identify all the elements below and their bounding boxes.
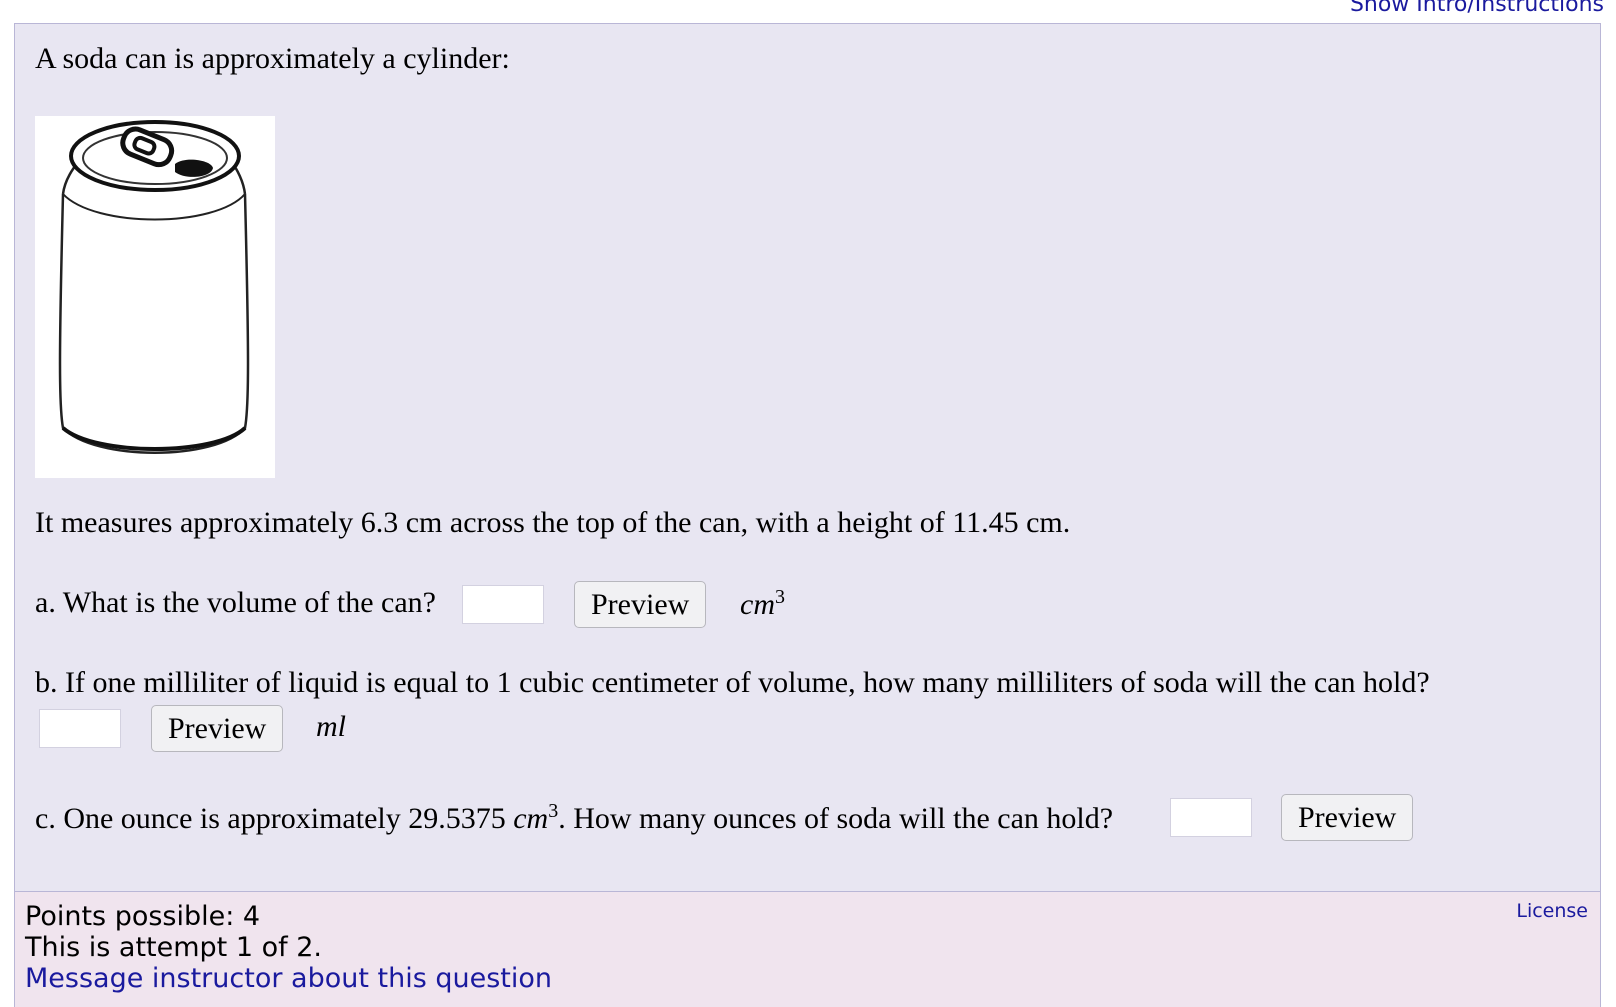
part-b-unit: ml xyxy=(316,710,346,743)
part-a-unit-exponent: 3 xyxy=(774,586,785,608)
question-footer: Points possible: 4 This is attempt 1 of … xyxy=(14,891,1601,1007)
part-b-preview-button[interactable]: Preview xyxy=(151,705,284,752)
part-a-unit-text: cm xyxy=(740,588,775,621)
part-a-prompt: a. What is the volume of the can? xyxy=(35,586,436,619)
part-b-answer-input[interactable] xyxy=(39,709,121,748)
attempt-info: This is attempt 1 of 2. xyxy=(25,932,322,963)
part-a-answer-input[interactable] xyxy=(462,585,544,624)
part-c-prompt-after: . How many ounces of soda will the can h… xyxy=(558,802,1114,835)
measurements-text: It measures approximately 6.3 cm across … xyxy=(35,506,1071,539)
part-c-prompt-before: c. One ounce is approximately 29.5375 xyxy=(35,802,514,835)
part-c-prompt-unit: cm xyxy=(513,802,549,835)
points-possible: Points possible: 4 xyxy=(25,901,261,932)
soda-can-image xyxy=(35,116,275,478)
part-c-prompt-exponent: 3 xyxy=(548,800,559,822)
part-c-answer-input[interactable] xyxy=(1170,798,1252,837)
part-c-preview-button[interactable]: Preview xyxy=(1281,794,1414,841)
license-link[interactable]: License xyxy=(1516,900,1588,922)
part-a-unit: cm3 xyxy=(740,586,785,622)
part-c-prompt: c. One ounce is approximately 29.5375 cm… xyxy=(35,800,1113,836)
show-intro-instructions-link[interactable]: Show Intro/Instructions xyxy=(1350,0,1604,17)
message-instructor-link[interactable]: Message instructor about this question xyxy=(25,963,552,994)
question-panel: A soda can is approximately a cylinder: … xyxy=(14,23,1601,891)
question-intro: A soda can is approximately a cylinder: xyxy=(35,42,510,75)
soda-can-drawing xyxy=(58,120,250,454)
part-b-prompt: b. If one milliliter of liquid is equal … xyxy=(35,666,1430,699)
part-a-preview-button[interactable]: Preview xyxy=(574,581,707,628)
